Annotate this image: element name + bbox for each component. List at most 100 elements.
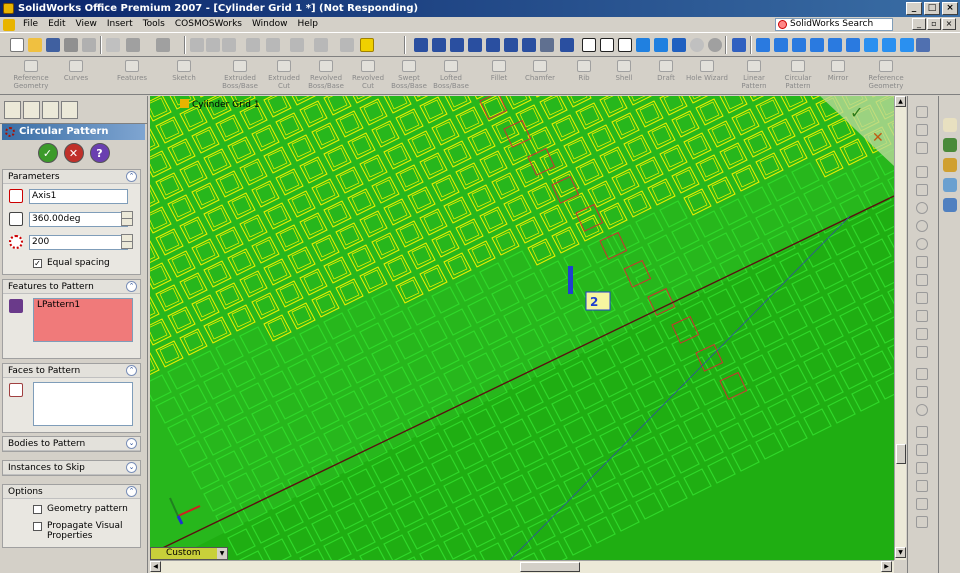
- command-button[interactable]: Hole Wizard: [686, 59, 728, 93]
- corner-cancel-icon[interactable]: ✕: [872, 130, 884, 146]
- wireframe-icon[interactable]: [582, 38, 596, 52]
- equal-spacing-checkbox[interactable]: ✓: [33, 259, 42, 268]
- graphics-area[interactable]: 2 ✓ ✕ Cylinder Grid 1: [150, 96, 894, 560]
- doc-close-icon[interactable]: ×: [942, 18, 956, 30]
- text-icon[interactable]: [916, 346, 928, 358]
- display-relations-icon[interactable]: [916, 386, 928, 398]
- command-button[interactable]: Draft: [645, 59, 687, 93]
- view-icon[interactable]: [290, 38, 304, 52]
- sketch-icon[interactable]: [916, 106, 928, 118]
- select-icon[interactable]: [190, 38, 204, 52]
- collapse-chevron-icon[interactable]: ⌃: [126, 171, 137, 182]
- zoom-area-icon[interactable]: [432, 38, 446, 52]
- file-explorer-icon[interactable]: [943, 158, 957, 172]
- vertical-scroll-thumb[interactable]: [896, 444, 906, 464]
- ellipse-icon[interactable]: [916, 274, 928, 286]
- left-view-icon[interactable]: [792, 38, 806, 52]
- view-orientation-dropdown-icon[interactable]: [560, 38, 574, 52]
- doc-minimize-icon[interactable]: _: [912, 18, 926, 30]
- menu-file[interactable]: File: [18, 17, 43, 32]
- save-icon[interactable]: [46, 38, 60, 52]
- rotate-view-icon[interactable]: [486, 38, 500, 52]
- hidden-lines-visible-icon[interactable]: [600, 38, 614, 52]
- convert-entities-icon[interactable]: [916, 426, 928, 438]
- command-button[interactable]: Sketch: [163, 59, 205, 93]
- move-entities-icon[interactable]: [916, 498, 928, 510]
- command-button[interactable]: Shell: [603, 59, 645, 93]
- parameters-group-header[interactable]: Parameters ⌃: [3, 170, 140, 184]
- tangent-arc-icon[interactable]: [916, 238, 928, 250]
- section-view-icon[interactable]: [732, 38, 746, 52]
- menu-help[interactable]: Help: [292, 17, 323, 32]
- skip-group-header[interactable]: Instances to Skip ⌄: [3, 461, 140, 475]
- menu-view[interactable]: View: [71, 17, 102, 32]
- centerpoint-arc-icon[interactable]: [916, 220, 928, 232]
- extend-entities-icon[interactable]: [916, 480, 928, 492]
- corner-ok-icon[interactable]: ✓: [850, 103, 863, 122]
- command-button[interactable]: Revolved Boss/Base: [305, 59, 347, 93]
- three-point-arc-icon[interactable]: [916, 256, 928, 268]
- scroll-down-icon[interactable]: ▼: [895, 547, 906, 558]
- view-orientation-icon[interactable]: [540, 38, 554, 52]
- right-view-icon[interactable]: [810, 38, 824, 52]
- expand-chevron-icon[interactable]: ⌄: [126, 438, 137, 449]
- command-button[interactable]: Curves: [55, 59, 97, 93]
- command-button[interactable]: Reference Geometry: [10, 59, 52, 93]
- dimxpert-tab-icon[interactable]: [61, 101, 78, 119]
- collapse-chevron-icon[interactable]: ⌃: [126, 486, 137, 497]
- angle-field[interactable]: 360.00deg: [29, 211, 128, 227]
- dropdown-arrow-icon[interactable]: ▼: [217, 548, 227, 559]
- trimetric-view-icon[interactable]: [882, 38, 896, 52]
- direction-arrow-icon[interactable]: [9, 189, 23, 203]
- feature-list-item[interactable]: LPattern1: [34, 299, 132, 311]
- view-orientation-select[interactable]: Custom ▼: [150, 547, 228, 560]
- shadows-icon[interactable]: [672, 38, 686, 52]
- options-group-header[interactable]: Options ⌃: [3, 485, 140, 499]
- collapse-chevron-icon[interactable]: ⌃: [126, 281, 137, 292]
- top-view-icon[interactable]: [828, 38, 842, 52]
- menu-tools[interactable]: Tools: [138, 17, 170, 32]
- zoom-in-out-icon[interactable]: [450, 38, 464, 52]
- perspective-icon[interactable]: [708, 38, 722, 52]
- faces-listbox[interactable]: [33, 382, 133, 426]
- point-icon[interactable]: [916, 328, 928, 340]
- property-manager-tab-icon[interactable]: [23, 101, 40, 119]
- help-icon[interactable]: [360, 38, 374, 52]
- command-button[interactable]: Lofted Boss/Base: [430, 59, 472, 93]
- horizontal-scrollbar[interactable]: ◀ ▶: [150, 560, 894, 573]
- mirror-entities-icon[interactable]: [916, 404, 928, 416]
- collapse-chevron-icon[interactable]: ⌃: [126, 365, 137, 376]
- zoom-to-fit-icon[interactable]: [414, 38, 428, 52]
- add-relation-icon[interactable]: [916, 368, 928, 380]
- offset-entities-icon[interactable]: [916, 444, 928, 456]
- print-icon[interactable]: [64, 38, 78, 52]
- ok-button[interactable]: ✓: [37, 143, 58, 163]
- feature-manager-tab-icon[interactable]: [4, 101, 21, 119]
- circle-icon[interactable]: [916, 202, 928, 214]
- trim-entities-icon[interactable]: [916, 462, 928, 474]
- rectangle-icon[interactable]: [916, 184, 928, 196]
- home-icon[interactable]: [943, 118, 957, 132]
- bodies-group-header[interactable]: Bodies to Pattern ⌄: [3, 437, 140, 451]
- search-results-icon[interactable]: [943, 178, 957, 192]
- command-button[interactable]: Circular Pattern: [777, 59, 819, 93]
- layout-icon[interactable]: [340, 38, 354, 52]
- redo-icon[interactable]: [156, 38, 170, 52]
- smart-dimension-icon[interactable]: [916, 124, 928, 136]
- centerline-icon[interactable]: [916, 292, 928, 304]
- command-button[interactable]: Extruded Boss/Base: [219, 59, 261, 93]
- dimetric-view-icon[interactable]: [900, 38, 914, 52]
- front-view-icon[interactable]: [756, 38, 770, 52]
- maximize-icon[interactable]: □: [924, 2, 940, 15]
- spline-icon[interactable]: [916, 310, 928, 322]
- shaded-icon[interactable]: [654, 38, 668, 52]
- hidden-lines-removed-icon[interactable]: [618, 38, 632, 52]
- instances-spinner[interactable]: [121, 234, 133, 249]
- command-button[interactable]: Revolved Cut: [347, 59, 389, 93]
- command-button[interactable]: Mirror: [817, 59, 859, 93]
- expand-chevron-icon[interactable]: ⌄: [126, 462, 137, 473]
- features-group-header[interactable]: Features to Pattern ⌃: [3, 280, 140, 294]
- select-filter-icon[interactable]: [206, 38, 220, 52]
- roll-view-icon[interactable]: [522, 38, 536, 52]
- features-listbox[interactable]: LPattern1: [33, 298, 133, 342]
